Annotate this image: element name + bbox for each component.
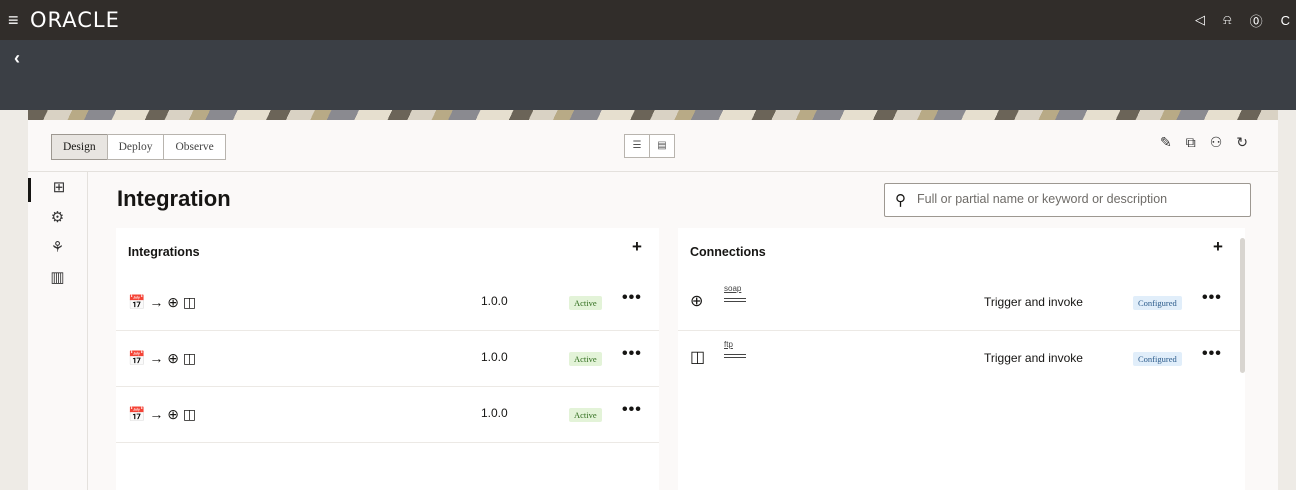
connections-icon[interactable]: ⚙ bbox=[28, 208, 87, 232]
add-integration-button[interactable]: + bbox=[632, 237, 642, 257]
search-input[interactable] bbox=[917, 192, 1237, 206]
connection-role: Trigger and invoke bbox=[984, 351, 1083, 365]
users-icon[interactable]: ⚇ bbox=[1210, 134, 1223, 151]
connection-role: Trigger and invoke bbox=[984, 295, 1083, 309]
connections-title: Connections bbox=[690, 245, 766, 259]
hamburger-icon[interactable]: ≡ bbox=[8, 10, 24, 31]
list-view-icon[interactable]: ☰ bbox=[624, 134, 650, 158]
status-badge: Configured bbox=[1133, 296, 1182, 310]
refresh-icon[interactable]: ↻ bbox=[1236, 134, 1248, 151]
connection-row[interactable]: ◫ ftp Trigger and invoke Configured ••• bbox=[678, 331, 1245, 387]
add-connection-button[interactable]: + bbox=[1213, 237, 1223, 257]
more-actions-button[interactable]: ••• bbox=[622, 289, 642, 307]
tab-design[interactable]: Design bbox=[51, 134, 108, 160]
announcement-icon[interactable]: ◁ bbox=[1195, 12, 1205, 28]
main-card: Design Deploy Observe ☰ ▤ ✎ ⧉ ⚇ ↻ ⊞ ⚙ ⚘ … bbox=[28, 120, 1278, 490]
edit-icon[interactable]: ✎ bbox=[1160, 134, 1172, 151]
oracle-logo[interactable]: ORACLE bbox=[30, 8, 120, 32]
adapters-icon[interactable]: ⚘ bbox=[28, 238, 87, 262]
status-badge: Active bbox=[569, 352, 602, 366]
integration-flow-icons: 📅 → ⊕ ◫ bbox=[128, 406, 197, 422]
integrations-header: Integrations + bbox=[116, 228, 659, 275]
view-toggle: ☰ ▤ bbox=[624, 134, 675, 158]
tab-deploy[interactable]: Deploy bbox=[106, 134, 165, 160]
building-icon[interactable]: ▥ bbox=[28, 268, 87, 292]
toolbar-actions: ✎ ⧉ ⚇ ↻ bbox=[1160, 134, 1248, 151]
connection-type-glyph bbox=[724, 354, 746, 358]
connection-type-glyph bbox=[724, 298, 746, 302]
integration-flow-icons: 📅 → ⊕ ◫ bbox=[128, 350, 197, 366]
mode-tabs: Design Deploy Observe bbox=[51, 134, 226, 160]
search-box: ⚲ bbox=[884, 183, 1251, 217]
user-avatar[interactable]: C bbox=[1281, 13, 1290, 28]
status-badge: Active bbox=[569, 408, 602, 422]
status-badge: Active bbox=[569, 296, 602, 310]
connections-header: Connections + bbox=[678, 228, 1245, 275]
globe-gear-icon: ⊕ bbox=[690, 293, 704, 310]
integration-flow-icons: 📅 → ⊕ ◫ bbox=[128, 294, 197, 310]
notification-bell-icon[interactable]: ⍾ bbox=[1223, 12, 1232, 28]
design-toolbar: Design Deploy Observe ☰ ▤ ✎ ⧉ ⚇ ↻ bbox=[28, 120, 1278, 172]
connection-row[interactable]: ⊕ soap Trigger and invoke Configured ••• bbox=[678, 275, 1245, 331]
header-icons: ◁ ⍾ ⓪ C bbox=[1195, 0, 1290, 40]
integrations-title: Integrations bbox=[128, 245, 200, 259]
connections-panel: Connections + ⊕ soap Trigger and invoke … bbox=[678, 228, 1245, 490]
folder-gear-icon: ◫ bbox=[690, 349, 706, 366]
page-title: Integration bbox=[117, 186, 231, 211]
more-actions-button[interactable]: ••• bbox=[1202, 289, 1222, 307]
detail-view-icon[interactable]: ▤ bbox=[649, 134, 675, 158]
search-icon: ⚲ bbox=[895, 192, 906, 209]
left-navigation-rail: ⊞ ⚙ ⚘ ▥ bbox=[28, 172, 88, 490]
connection-type-label: soap bbox=[724, 284, 742, 293]
chevron-left-icon[interactable]: ‹ bbox=[14, 48, 20, 69]
integrations-grid-icon[interactable]: ⊞ bbox=[28, 178, 87, 202]
integration-version: 1.0.0 bbox=[481, 350, 508, 364]
integration-version: 1.0.0 bbox=[481, 406, 508, 420]
top-header-bar: ≡ ORACLE ◁ ⍾ ⓪ C bbox=[0, 0, 1296, 40]
tab-observe[interactable]: Observe bbox=[163, 134, 226, 160]
open-external-icon[interactable]: ⧉ bbox=[1186, 134, 1196, 151]
connections-scrollbar[interactable] bbox=[1240, 238, 1245, 373]
integrations-panel: Integrations + 📅 → ⊕ ◫ 1.0.0 Active ••• … bbox=[116, 228, 659, 490]
integration-version: 1.0.0 bbox=[481, 294, 508, 308]
more-actions-button[interactable]: ••• bbox=[622, 401, 642, 419]
integration-row[interactable]: 📅 → ⊕ ◫ 1.0.0 Active ••• bbox=[116, 275, 659, 331]
status-badge: Configured bbox=[1133, 352, 1182, 366]
page-subheader: ‹ bbox=[0, 40, 1296, 110]
integration-row[interactable]: 📅 → ⊕ ◫ 1.0.0 Active ••• bbox=[116, 387, 659, 443]
integration-row[interactable]: 📅 → ⊕ ◫ 1.0.0 Active ••• bbox=[116, 331, 659, 387]
more-actions-button[interactable]: ••• bbox=[1202, 345, 1222, 363]
connection-type-label: ftp bbox=[724, 340, 733, 349]
more-actions-button[interactable]: ••• bbox=[622, 345, 642, 363]
help-icon[interactable]: ⓪ bbox=[1250, 11, 1263, 30]
